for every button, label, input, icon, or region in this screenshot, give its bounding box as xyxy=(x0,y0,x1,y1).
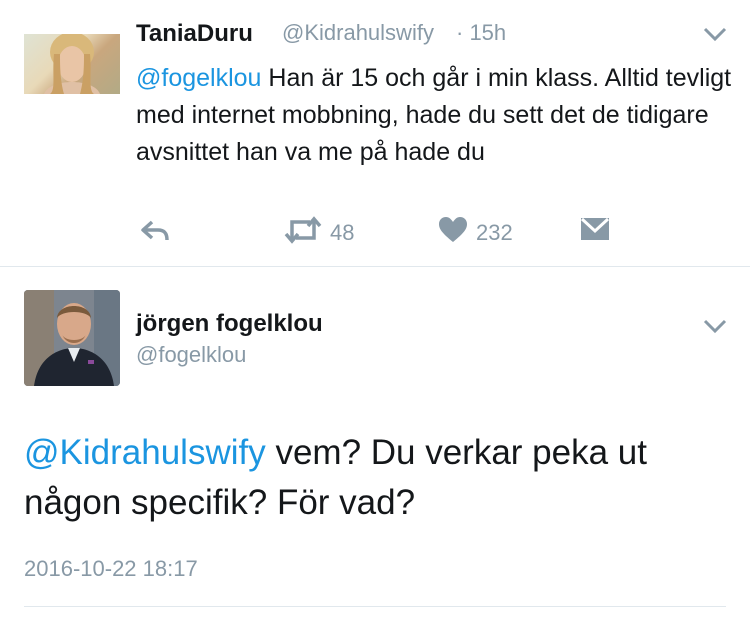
tweet-time[interactable]: · 15h xyxy=(456,20,506,46)
author-handle[interactable]: @Kidrahulswify xyxy=(282,20,434,46)
reply-button[interactable] xyxy=(140,218,170,249)
like-count: 232 xyxy=(476,219,513,245)
tweet-divider xyxy=(24,606,726,607)
chevron-down-icon[interactable] xyxy=(702,316,728,341)
mention-link[interactable]: @Kidrahulswify xyxy=(24,433,266,472)
tweet-text: @Kidrahulswify vem? Du verkar peka ut nå… xyxy=(24,428,724,528)
tweet-text: @fogelklou Han är 15 och går i min klass… xyxy=(136,60,736,171)
author-name[interactable]: jörgen fogelklou xyxy=(136,310,323,338)
tweet-timestamp[interactable]: 2016-10-22 18:17 xyxy=(24,556,198,582)
avatar[interactable] xyxy=(24,290,120,386)
reply-icon xyxy=(140,218,170,249)
heart-icon xyxy=(438,216,468,249)
author-handle[interactable]: @fogelklou xyxy=(136,342,246,368)
like-button[interactable]: 232 xyxy=(438,216,513,249)
chevron-down-icon[interactable] xyxy=(702,24,728,49)
tweet-divider xyxy=(0,266,750,267)
avatar[interactable] xyxy=(24,34,120,94)
retweet-count: 48 xyxy=(330,219,355,245)
retweet-button[interactable]: 48 xyxy=(284,216,354,249)
direct-message-icon xyxy=(580,216,610,247)
direct-message-button[interactable] xyxy=(580,216,610,247)
mention-link[interactable]: @fogelklou xyxy=(136,64,261,92)
retweet-icon xyxy=(284,216,322,249)
author-name[interactable]: TaniaDuru xyxy=(136,20,253,48)
